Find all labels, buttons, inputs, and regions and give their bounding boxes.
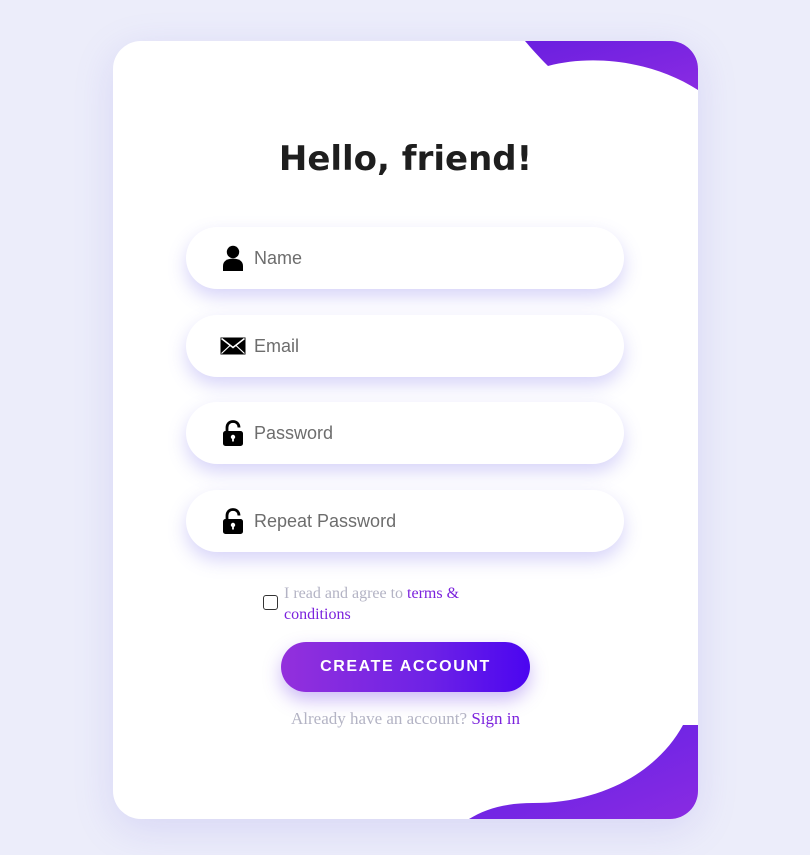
- create-account-button[interactable]: CREATE ACCOUNT: [281, 642, 530, 692]
- signin-prompt: Already have an account? Sign in: [113, 709, 698, 729]
- name-field[interactable]: [186, 227, 624, 289]
- terms-checkbox[interactable]: [263, 595, 278, 610]
- signup-card: Hello, friend! Name Email I read and agr…: [113, 41, 698, 819]
- unlock-icon: [220, 420, 246, 446]
- password-field[interactable]: [186, 402, 624, 464]
- password-input[interactable]: [254, 402, 594, 464]
- signin-prompt-text: Already have an account?: [291, 709, 472, 728]
- user-icon: [220, 245, 246, 271]
- terms-prefix: I read and agree to: [284, 585, 408, 602]
- name-input[interactable]: [254, 227, 594, 289]
- bottom-right-wave: [469, 725, 698, 819]
- page-title: Hello, friend!: [278, 139, 533, 179]
- top-right-wave: [525, 41, 698, 90]
- repeat-password-input[interactable]: [254, 490, 594, 552]
- envelope-icon: [220, 333, 246, 359]
- email-input[interactable]: [254, 315, 594, 377]
- email-field[interactable]: [186, 315, 624, 377]
- signin-link[interactable]: Sign in: [471, 709, 520, 728]
- repeat-password-field[interactable]: [186, 490, 624, 552]
- terms-text: I read and agree to terms & conditions: [284, 583, 514, 625]
- unlock-icon: [220, 508, 246, 534]
